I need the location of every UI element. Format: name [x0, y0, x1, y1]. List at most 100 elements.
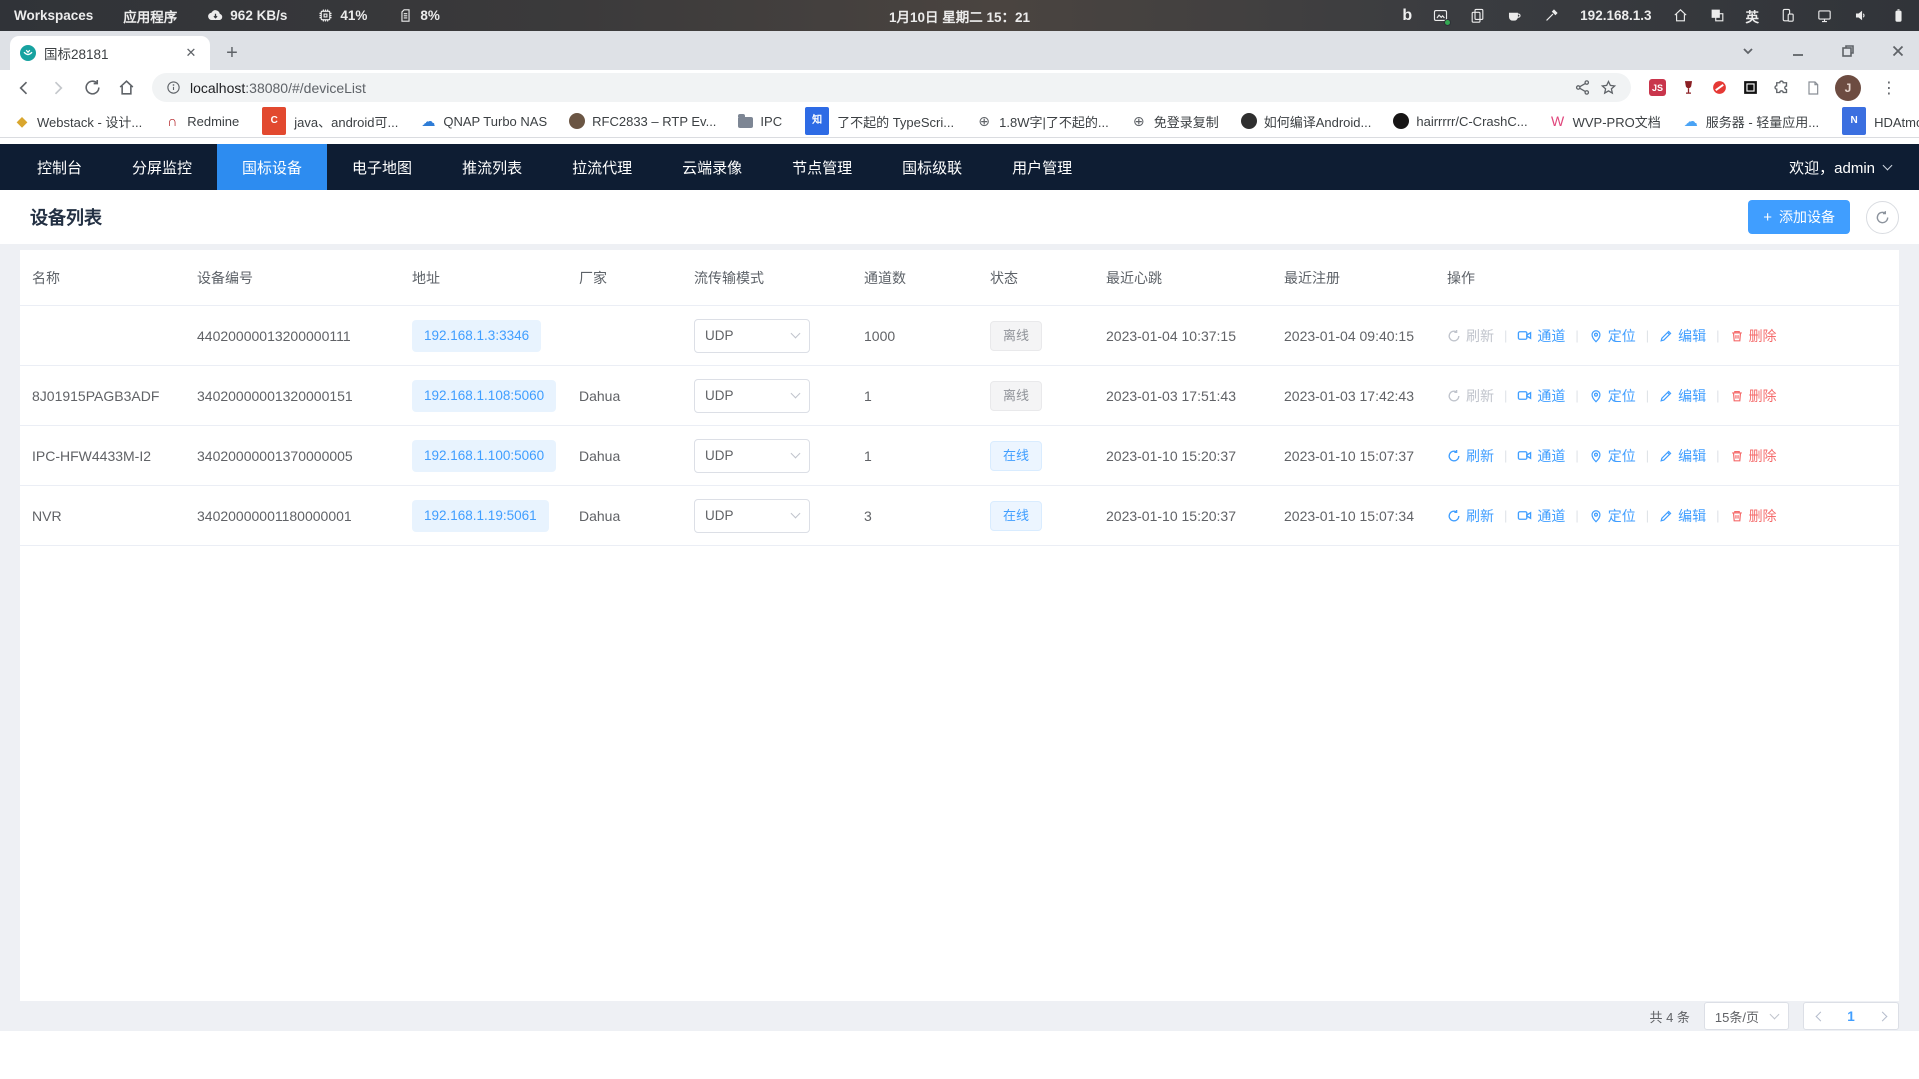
nav-item-9[interactable]: 用户管理 — [987, 144, 1097, 190]
action-refresh[interactable]: 刷新 — [1447, 326, 1494, 346]
new-tab-button[interactable]: + — [218, 39, 246, 67]
action-separator: | — [1716, 328, 1719, 343]
nav-item-8[interactable]: 国标级联 — [877, 144, 987, 190]
bookmark-item[interactable]: W WVP-PRO文档 — [1550, 112, 1661, 131]
workspaces-button[interactable]: Workspaces — [14, 8, 93, 23]
browser-menu-icon[interactable]: ⋮ — [1875, 78, 1903, 98]
action-delete[interactable]: 删除 — [1730, 386, 1777, 406]
action-locate[interactable]: 定位 — [1589, 506, 1636, 526]
display-icon[interactable] — [1816, 7, 1833, 24]
browser-tab[interactable]: 国标28181 ✕ — [10, 36, 210, 70]
action-channel[interactable]: 通道 — [1517, 386, 1565, 406]
phone-link-icon[interactable] — [1779, 7, 1796, 24]
dark-square-extension-icon[interactable] — [1742, 79, 1759, 96]
restore-icon[interactable] — [1841, 44, 1855, 58]
vendor: Dahua — [579, 448, 620, 464]
action-delete[interactable]: 删除 — [1730, 326, 1777, 346]
color-picker-icon[interactable] — [1543, 7, 1560, 24]
nav-item-1[interactable]: 分屏监控 — [107, 144, 217, 190]
action-refresh[interactable]: 刷新 — [1447, 446, 1494, 466]
refresh-list-button[interactable] — [1866, 201, 1899, 234]
current-page-number[interactable]: 1 — [1836, 1009, 1866, 1024]
bookmark-item[interactable]: hairrrrr/C-CrashC... — [1393, 113, 1527, 129]
refresh-icon — [1447, 449, 1461, 463]
memory-indicator: 8% — [397, 7, 440, 24]
next-page-button[interactable] — [1866, 1003, 1898, 1029]
nav-item-2[interactable]: 国标设备 — [217, 144, 327, 190]
bookmark-item[interactable]: 知 了不起的 TypeScri... — [804, 106, 954, 136]
bookmark-item[interactable]: C java、android可... — [261, 106, 398, 136]
extensions-puzzle-icon[interactable] — [1773, 79, 1791, 97]
wine-extension-icon[interactable] — [1680, 79, 1697, 96]
prev-page-button[interactable] — [1804, 1003, 1836, 1029]
action-locate[interactable]: 定位 — [1589, 386, 1636, 406]
bookmark-item[interactable]: ☁ 服务器 - 轻量应用... — [1683, 112, 1819, 131]
ip-address-indicator[interactable]: 192.168.1.3 — [1580, 8, 1651, 23]
action-edit[interactable]: 编辑 — [1659, 326, 1706, 346]
device-id: 44020000013200000111 — [197, 328, 351, 344]
minimize-icon[interactable] — [1791, 44, 1805, 58]
stream-mode-select[interactable]: UDP — [694, 319, 810, 353]
bookmark-item[interactable]: ☁ QNAP Turbo NAS — [420, 113, 547, 129]
action-locate[interactable]: 定位 — [1589, 326, 1636, 346]
url-text[interactable]: localhost:38080/#/deviceList — [190, 80, 366, 96]
address-bar[interactable]: localhost:38080/#/deviceList — [152, 73, 1631, 102]
bookmark-item[interactable]: ◆ Webstack - 设计... — [14, 112, 142, 131]
action-edit[interactable]: 编辑 — [1659, 506, 1706, 526]
clipboard-icon[interactable] — [1469, 7, 1486, 24]
action-delete[interactable]: 删除 — [1730, 506, 1777, 526]
bookmark-item[interactable]: ⊕ 1.8W字|了不起的... — [976, 112, 1109, 131]
speaker-icon[interactable] — [1853, 7, 1870, 24]
add-device-button[interactable]: + 添加设备 — [1748, 200, 1850, 234]
page-size-select[interactable]: 15条/页 — [1704, 1002, 1789, 1030]
reload-button[interactable] — [78, 74, 106, 102]
nav-item-7[interactable]: 节点管理 — [767, 144, 877, 190]
share-icon[interactable] — [1574, 79, 1591, 96]
home-button[interactable] — [112, 74, 140, 102]
user-menu[interactable]: 欢迎，admin — [1789, 157, 1891, 178]
action-refresh[interactable]: 刷新 — [1447, 386, 1494, 406]
action-channel[interactable]: 通道 — [1517, 446, 1565, 466]
bookmark-item[interactable]: 如何编译Android... — [1241, 112, 1372, 131]
action-channel[interactable]: 通道 — [1517, 326, 1565, 346]
window-switcher-icon[interactable] — [1709, 7, 1726, 24]
forward-button[interactable] — [44, 74, 72, 102]
nav-item-5[interactable]: 拉流代理 — [547, 144, 657, 190]
page-extension-icon[interactable] — [1805, 80, 1821, 96]
action-locate[interactable]: 定位 — [1589, 446, 1636, 466]
bookmark-star-icon[interactable] — [1600, 79, 1617, 96]
tab-search-chevron-icon[interactable] — [1741, 44, 1755, 58]
action-channel[interactable]: 通道 — [1517, 506, 1565, 526]
action-delete[interactable]: 删除 — [1730, 446, 1777, 466]
bookmark-item[interactable]: IPC — [738, 114, 782, 129]
nav-item-6[interactable]: 云端录像 — [657, 144, 767, 190]
action-refresh[interactable]: 刷新 — [1447, 506, 1494, 526]
bookmark-item[interactable]: ⊕ 免登录复制 — [1131, 112, 1219, 131]
site-info-icon[interactable] — [166, 80, 181, 95]
coffee-icon[interactable] — [1506, 7, 1523, 24]
bing-icon[interactable]: b — [1402, 8, 1412, 24]
bookmark-item[interactable]: N HDAtmos :: 种子 *... — [1841, 106, 1919, 136]
action-edit[interactable]: 编辑 — [1659, 446, 1706, 466]
nav-item-3[interactable]: 电子地图 — [327, 144, 437, 190]
browser-profile-avatar[interactable]: J — [1835, 75, 1861, 101]
nav-item-0[interactable]: 控制台 — [12, 144, 107, 190]
stream-mode-select[interactable]: UDP — [694, 439, 810, 473]
bookmark-item[interactable]: RFC2833 – RTP Ev... — [569, 113, 716, 129]
back-button[interactable] — [10, 74, 38, 102]
ime-indicator[interactable]: 英 — [1746, 6, 1760, 26]
bookmark-item[interactable]: ∩ Redmine — [164, 113, 239, 129]
nav-item-4[interactable]: 推流列表 — [437, 144, 547, 190]
json-viewer-extension-icon[interactable]: JS — [1649, 79, 1666, 96]
close-window-icon[interactable] — [1891, 44, 1905, 58]
home-icon[interactable] — [1672, 7, 1689, 24]
screenshot-icon[interactable] — [1432, 7, 1449, 24]
tab-close-icon[interactable]: ✕ — [182, 44, 200, 62]
action-edit[interactable]: 编辑 — [1659, 386, 1706, 406]
stream-mode-select[interactable]: UDP — [694, 379, 810, 413]
globe-icon: ⊕ — [1131, 113, 1147, 129]
applications-button[interactable]: 应用程序 — [123, 6, 177, 26]
blocker-extension-icon[interactable] — [1711, 79, 1728, 96]
stream-mode-select[interactable]: UDP — [694, 499, 810, 533]
os-bar-left: Workspaces 应用程序 962 KB/s 41% 8% — [0, 6, 440, 26]
